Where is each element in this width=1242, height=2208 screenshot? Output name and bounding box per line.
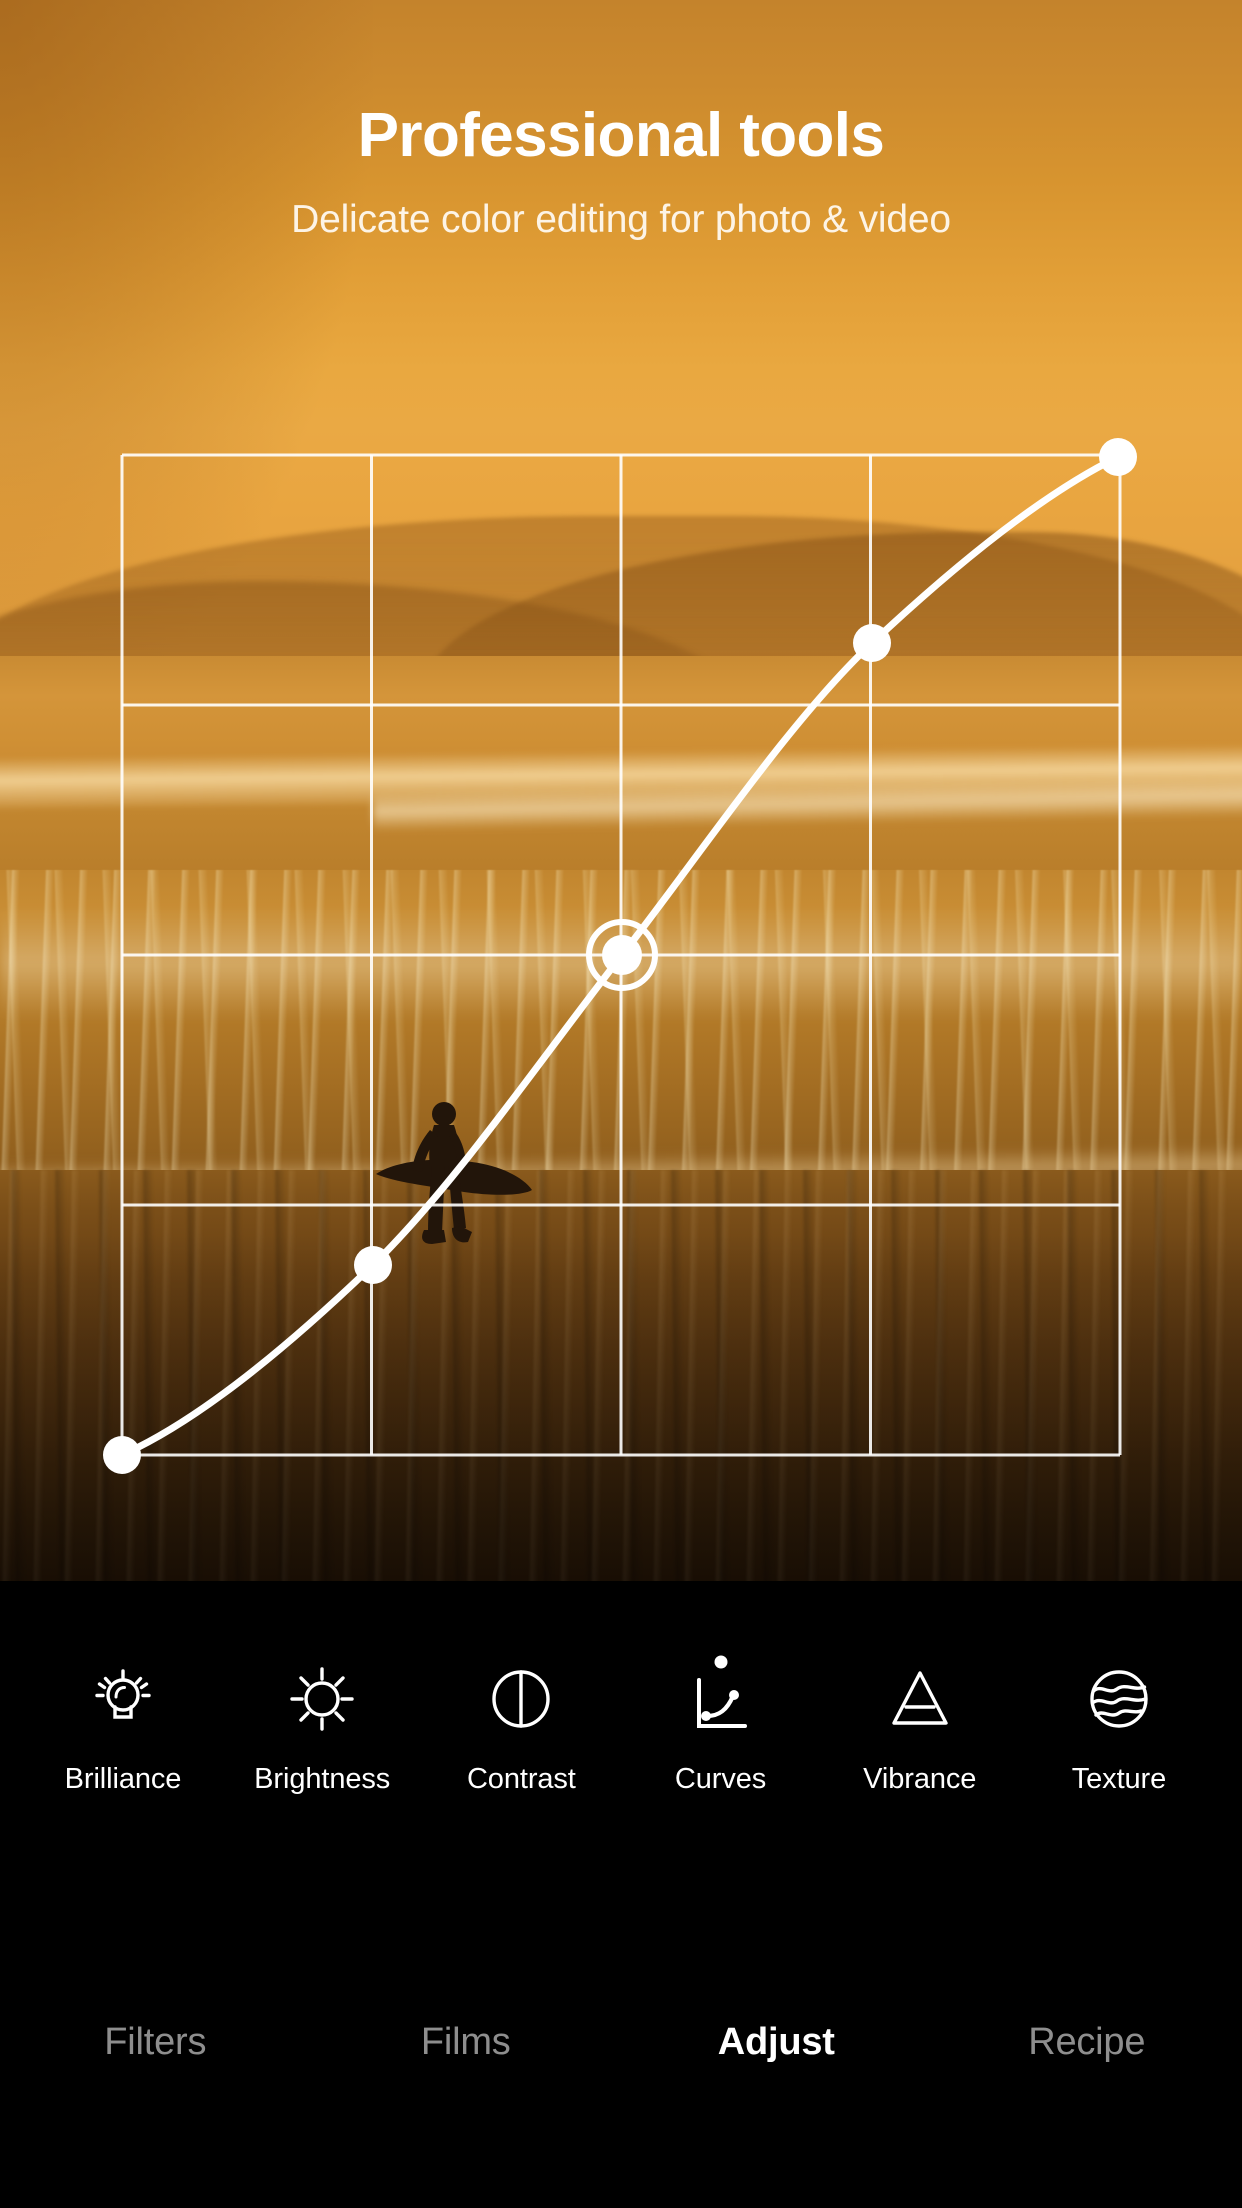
tool-label: Texture [1071, 1763, 1167, 1795]
app-root: Professional tools Delicate color editin… [0, 0, 1242, 2208]
bottom-tab-bar: Filters Films Adjust Recipe [0, 1977, 1242, 2107]
tool-item-contrast[interactable]: Contrast [426, 1657, 616, 1796]
brightness-sun-icon [280, 1657, 364, 1741]
page-subtitle: Delicate color editing for photo & video [291, 198, 951, 241]
texture-waves-circle-icon [1077, 1657, 1161, 1741]
tab-adjust[interactable]: Adjust [621, 2021, 932, 2064]
tool-item-vibrance[interactable]: Vibrance [825, 1657, 1015, 1796]
tool-item-brilliance[interactable]: Brilliance [28, 1657, 218, 1796]
adjust-tool-panel: Brilliance Brightness Contrast Curves Vi… [0, 1581, 1242, 2208]
tool-row: Brilliance Brightness Contrast Curves Vi… [0, 1655, 1242, 1796]
tab-filters[interactable]: Filters [0, 2021, 311, 2064]
brilliance-bulb-icon [81, 1657, 165, 1741]
vibrance-triangle-icon [878, 1657, 962, 1741]
tool-label: Brightness [254, 1763, 391, 1795]
tab-recipe[interactable]: Recipe [932, 2021, 1242, 2064]
hero-photo: Professional tools Delicate color editin… [0, 0, 1242, 1581]
surfer-silhouette [372, 1100, 542, 1280]
contrast-half-circle-icon [479, 1657, 563, 1741]
tool-item-curves[interactable]: Curves [626, 1655, 816, 1796]
tool-label: Contrast [466, 1763, 576, 1795]
hills-layer [0, 482, 1242, 714]
curves-graph-icon [679, 1655, 763, 1741]
tab-films[interactable]: Films [311, 2021, 622, 2064]
bottom-vignette [0, 1233, 1242, 1581]
page-title: Professional tools [357, 101, 885, 170]
tool-item-brightness[interactable]: Brightness [227, 1657, 417, 1796]
tool-item-texture[interactable]: Texture [1024, 1657, 1214, 1796]
tool-label: Vibrance [863, 1763, 977, 1795]
tool-label: Curves [674, 1763, 767, 1795]
tool-label: Brilliance [64, 1763, 182, 1795]
